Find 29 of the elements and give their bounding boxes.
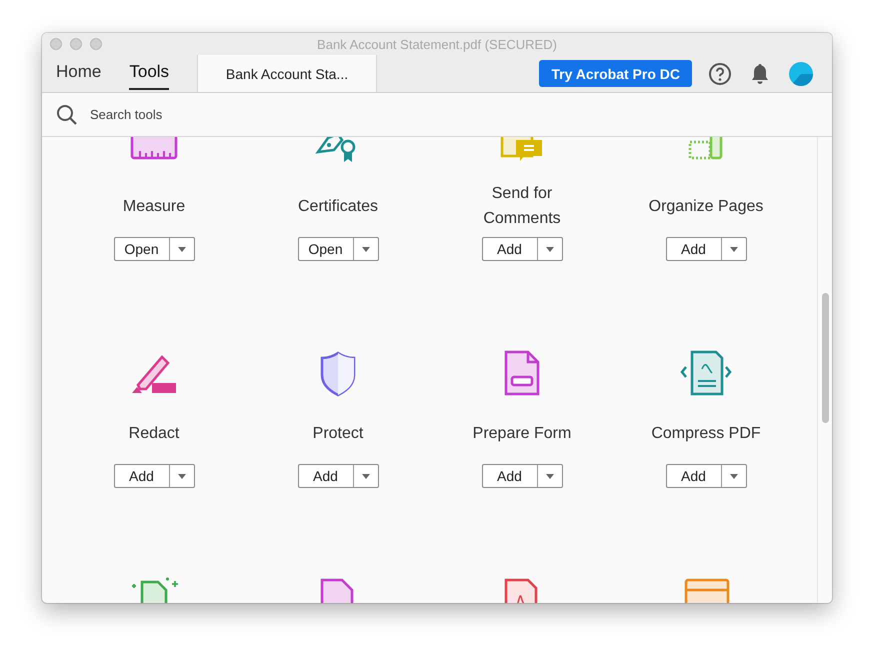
nav-tab[interactable]: Tools <box>129 56 170 90</box>
tool-name: Prepare Form <box>472 424 572 444</box>
nav-tab[interactable]: Home <box>56 56 102 90</box>
tool-name: Compress PDF <box>651 424 761 444</box>
caret-icon <box>546 474 554 478</box>
caret-icon <box>546 246 554 252</box>
tool-name: Certificates <box>298 196 378 216</box>
notification-bell-icon[interactable] <box>750 62 770 84</box>
search-field[interactable]: Search tools <box>88 106 292 123</box>
help-icon[interactable] <box>708 62 732 86</box>
scrollbar-thumb[interactable] <box>822 293 829 423</box>
window-title: Bank Account Statement.pdf (SECURED) <box>317 36 557 52</box>
avatar-icon[interactable] <box>788 60 814 86</box>
document-tab[interactable]: Bank Account Sta... <box>197 55 377 92</box>
tool-name: Protect <box>312 424 364 444</box>
caret-icon <box>362 474 370 478</box>
scrollbar[interactable] <box>817 137 832 603</box>
tool-name: Organize Pages <box>648 196 764 216</box>
compress-document-icon <box>678 349 734 397</box>
caret-icon <box>178 474 186 478</box>
caret-icon <box>178 246 186 252</box>
tool-name: Measure <box>122 196 186 216</box>
caret-icon <box>730 474 738 478</box>
search-icon <box>56 104 78 126</box>
tool-name: Redact <box>128 424 180 444</box>
tool-name: Send for Comments <box>482 184 562 229</box>
upgrade-button[interactable]: Try Acrobat Pro DC <box>539 60 692 87</box>
caret-icon <box>362 246 370 252</box>
caret-icon <box>730 246 738 252</box>
